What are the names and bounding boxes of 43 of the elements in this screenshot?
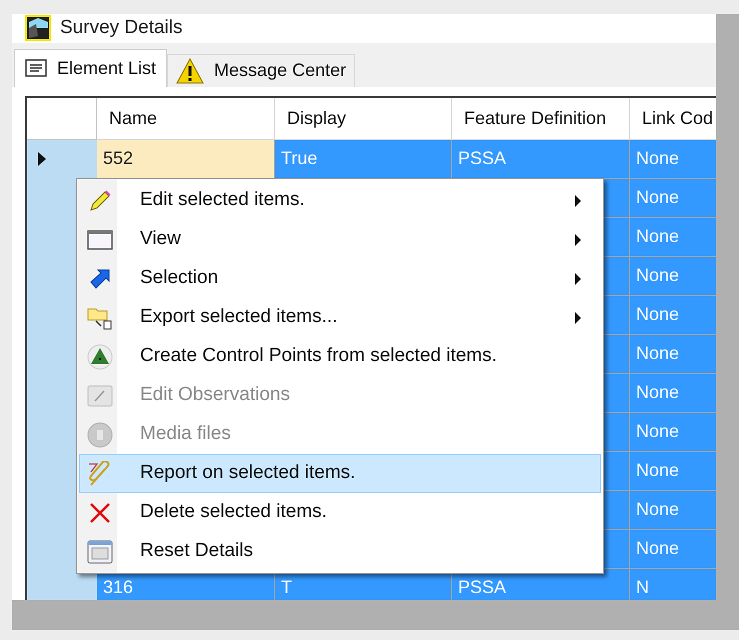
tab[interactable]: Message Center xyxy=(167,54,356,86)
column-header[interactable]: Feature Definition xyxy=(452,98,630,140)
menu-item[interactable]: Create Control Points from selected items. xyxy=(79,337,601,376)
app-icon xyxy=(24,14,52,42)
table-cell: 552 xyxy=(97,140,275,178)
table-cell: None xyxy=(630,218,716,256)
table-cell: None xyxy=(630,374,716,412)
table-cell: None xyxy=(630,296,716,334)
menu-item[interactable]: Delete selected items. xyxy=(79,493,601,532)
row-header[interactable] xyxy=(27,568,97,600)
table-cell: None xyxy=(630,530,716,568)
row-header[interactable] xyxy=(27,140,97,178)
window-icon xyxy=(87,230,113,250)
panel-icon xyxy=(87,540,113,564)
arrow-icon xyxy=(89,268,111,290)
table-cell: PSSA xyxy=(452,140,630,178)
table-cell: None xyxy=(630,490,716,530)
menu-item[interactable]: Report on selected items. xyxy=(79,454,601,493)
menu-item[interactable]: Reset Details xyxy=(79,532,601,571)
disc-icon xyxy=(87,422,113,448)
pencil-icon xyxy=(88,188,112,212)
folder-icon xyxy=(87,306,113,330)
delete-icon xyxy=(89,502,111,524)
menu-item[interactable]: Export selected items... xyxy=(79,298,601,337)
table-cell: True xyxy=(275,140,452,178)
table-cell: N xyxy=(630,568,716,600)
table-cell: None xyxy=(630,140,716,178)
list-icon xyxy=(25,59,47,77)
table-cell: None xyxy=(630,178,716,218)
table-cell: None xyxy=(630,452,716,490)
menu-item[interactable]: Edit selected items. xyxy=(79,181,601,220)
window-title: Survey Details xyxy=(60,16,182,40)
column-header[interactable]: Name xyxy=(97,98,275,140)
column-header[interactable]: Display xyxy=(275,98,452,140)
tab[interactable]: Element List xyxy=(14,48,168,86)
menu-item[interactable]: Selection xyxy=(79,259,601,298)
edit-box-icon xyxy=(87,384,113,406)
menu-item[interactable]: View xyxy=(79,220,601,259)
table-cell: None xyxy=(630,256,716,296)
header-corner xyxy=(27,98,97,140)
table-cell: None xyxy=(630,412,716,452)
warning-icon xyxy=(176,58,204,84)
table-cell: None xyxy=(630,334,716,374)
